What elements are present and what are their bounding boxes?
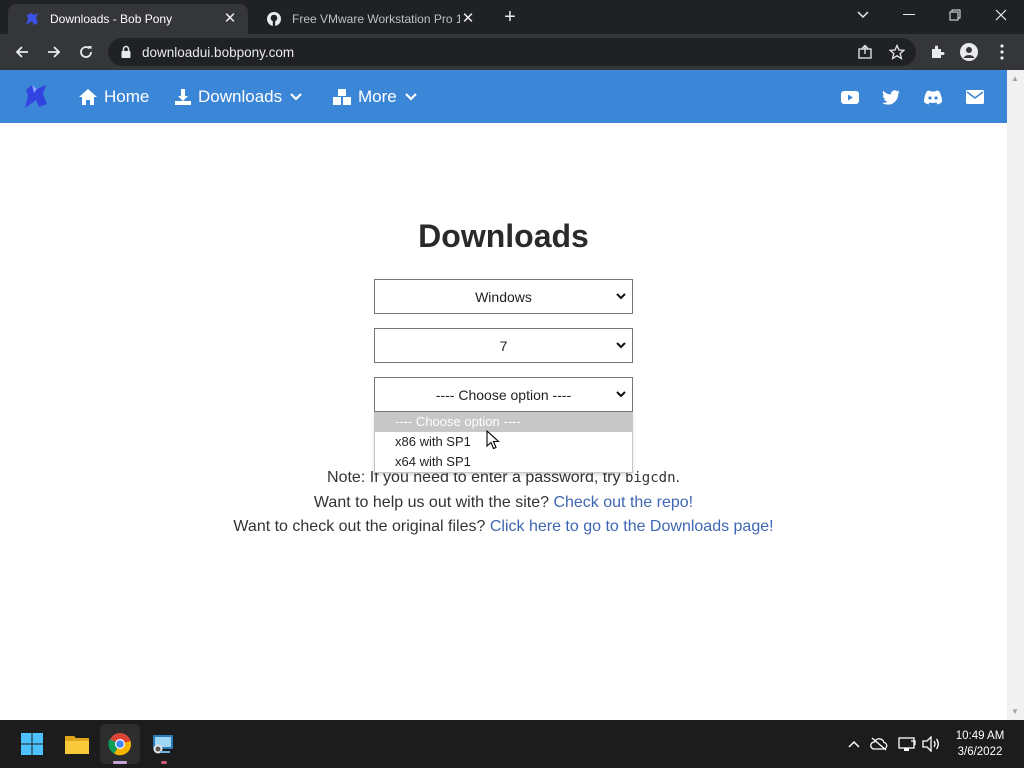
scroll-down-icon[interactable]: ▼: [1011, 707, 1019, 716]
version-select[interactable]: 7: [374, 328, 633, 363]
browser-tab-strip: Downloads - Bob Pony ✕ Free VMware Works…: [0, 0, 1024, 34]
password-note-suffix: .: [675, 469, 680, 486]
system-clock[interactable]: 10:49 AM 3/6/2022: [944, 728, 1016, 760]
close-tab-icon[interactable]: ✕: [222, 11, 238, 27]
network-icon[interactable]: [898, 735, 916, 753]
nav-more-label: More: [358, 86, 397, 106]
close-window-button[interactable]: [979, 0, 1023, 30]
browser-toolbar: downloadui.bobpony.com: [0, 34, 1024, 70]
downloads-page-link[interactable]: Click here to go to the Downloads page!: [490, 518, 774, 535]
tab-title: Downloads - Bob Pony: [50, 12, 173, 26]
windows-start-icon[interactable]: [12, 724, 52, 764]
cloud-offline-icon[interactable]: [870, 735, 888, 753]
os-select-value: Windows: [475, 288, 532, 305]
menu-kebab-icon[interactable]: [990, 40, 1014, 64]
bookmark-star-icon[interactable]: [888, 43, 906, 61]
volume-icon[interactable]: [922, 735, 940, 753]
nav-downloads[interactable]: Downloads: [174, 70, 308, 123]
home-icon: [79, 88, 97, 105]
chevron-up-icon[interactable]: [845, 735, 863, 753]
os-select[interactable]: Windows: [374, 279, 633, 314]
forward-icon[interactable]: [42, 40, 66, 64]
nav-more[interactable]: More: [332, 70, 423, 123]
dropdown-option[interactable]: ---- Choose option ----: [375, 412, 632, 432]
lock-icon[interactable]: [120, 45, 132, 64]
option-select-value: ---- Choose option ----: [435, 386, 572, 403]
clock-time: 10:49 AM: [955, 730, 1005, 742]
github-icon: [266, 11, 282, 27]
nav-downloads-label: Downloads: [198, 86, 283, 106]
nav-home[interactable]: Home: [78, 70, 149, 123]
twitter-icon[interactable]: [881, 87, 901, 107]
scroll-up-icon[interactable]: ▲: [1011, 74, 1019, 83]
chevron-down-icon: [404, 92, 417, 101]
dropdown-option[interactable]: x64 with SP1: [375, 452, 632, 472]
help-line: Want to help us out with the site? Check…: [0, 494, 1007, 512]
dropdown-option[interactable]: x86 with SP1: [375, 432, 632, 452]
site-navbar: Home Downloads More: [0, 70, 1007, 123]
cubes-icon: [333, 88, 351, 105]
share-icon[interactable]: [856, 43, 874, 61]
chevron-down-icon: [616, 342, 626, 349]
files-line: Want to check out the original files? Cl…: [0, 518, 1007, 536]
pony-logo-icon: [24, 11, 40, 27]
files-text: Want to check out the original files?: [233, 518, 490, 535]
chevron-down-icon: [290, 92, 302, 101]
mouse-cursor-icon: [486, 429, 500, 455]
clock-date: 3/6/2022: [957, 746, 1003, 758]
option-dropdown-list: ---- Choose option ---- x86 with SP1 x64…: [374, 412, 633, 473]
nav-home-label: Home: [104, 86, 150, 106]
tab-search-chevron-icon[interactable]: [841, 0, 885, 30]
remote-desktop-icon[interactable]: [143, 724, 183, 764]
chrome-icon[interactable]: [100, 724, 140, 764]
version-select-value: 7: [499, 337, 508, 354]
close-tab-icon[interactable]: ✕: [460, 11, 476, 27]
help-text: Want to help us out with the site?: [313, 494, 554, 511]
page-scrollbar[interactable]: ▲ ▼: [1007, 70, 1024, 720]
option-select[interactable]: ---- Choose option ----: [374, 377, 633, 412]
youtube-icon[interactable]: [840, 87, 860, 107]
restore-button[interactable]: [933, 0, 977, 30]
remote-desktop-indicator: [161, 761, 167, 764]
url-text[interactable]: downloadui.bobpony.com: [142, 45, 294, 60]
reload-icon[interactable]: [74, 40, 98, 64]
tab-downloads-bob-pony[interactable]: Downloads - Bob Pony ✕: [8, 4, 248, 34]
download-icon: [175, 88, 191, 105]
repo-link[interactable]: Check out the repo!: [553, 494, 693, 511]
minimize-button[interactable]: [887, 0, 931, 30]
discord-icon[interactable]: [923, 87, 943, 107]
address-bar[interactable]: downloadui.bobpony.com: [108, 38, 916, 66]
windows-taskbar: 10:49 AM 3/6/2022: [0, 720, 1024, 768]
profile-icon[interactable]: [957, 40, 981, 64]
mail-icon[interactable]: [965, 87, 985, 107]
tab-title: Free VMware Workstation Pro 16: [292, 12, 460, 26]
new-tab-button[interactable]: +: [498, 6, 522, 30]
back-icon[interactable]: [10, 40, 34, 64]
extensions-icon[interactable]: [925, 40, 949, 64]
file-explorer-icon[interactable]: [57, 724, 97, 764]
chevron-down-icon: [616, 391, 626, 398]
pony-logo-icon[interactable]: [22, 82, 50, 115]
tab-vmware[interactable]: Free VMware Workstation Pro 16 ✕: [250, 4, 486, 34]
chrome-active-indicator: [113, 761, 127, 764]
chevron-down-icon: [616, 293, 626, 300]
page-title: Downloads: [418, 218, 589, 254]
